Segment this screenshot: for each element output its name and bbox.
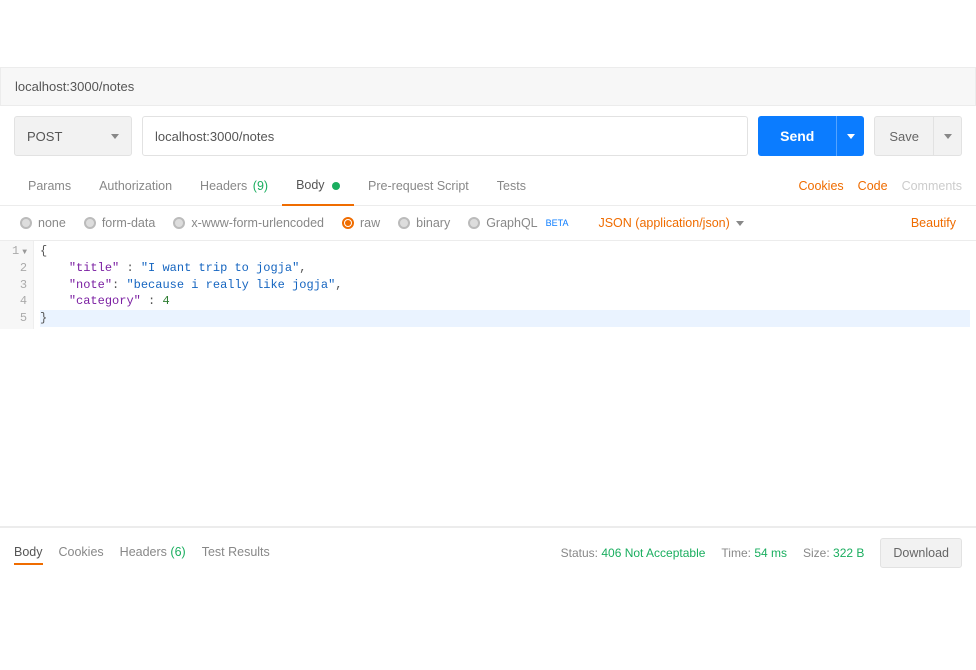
beautify-link[interactable]: Beautify bbox=[911, 216, 956, 230]
caret-down-icon bbox=[944, 134, 952, 139]
response-bar: Body Cookies Headers (6) Test Results St… bbox=[0, 527, 976, 578]
download-button[interactable]: Download bbox=[880, 538, 962, 568]
tab-pre-request-script[interactable]: Pre-request Script bbox=[354, 167, 483, 205]
tab-params[interactable]: Params bbox=[14, 167, 85, 205]
body-type-raw[interactable]: raw bbox=[342, 216, 380, 230]
size-field: Size: 322 B bbox=[803, 546, 864, 560]
radio-label: x-www-form-urlencoded bbox=[191, 216, 324, 230]
body-type-binary[interactable]: binary bbox=[398, 216, 450, 230]
tab-headers[interactable]: Headers (9) bbox=[186, 167, 282, 205]
radio-label: binary bbox=[416, 216, 450, 230]
response-tab-body[interactable]: Body bbox=[14, 541, 43, 565]
line-gutter: 1▼ 2 3 4 5 bbox=[0, 241, 34, 329]
response-tab-cookies[interactable]: Cookies bbox=[59, 541, 104, 565]
method-label: POST bbox=[27, 129, 62, 144]
time-value: 54 ms bbox=[754, 546, 787, 560]
tab-tests[interactable]: Tests bbox=[483, 167, 540, 205]
time-field: Time: 54 ms bbox=[721, 546, 787, 560]
save-button[interactable]: Save bbox=[874, 116, 934, 156]
tab-body-label: Body bbox=[296, 178, 325, 192]
radio-icon bbox=[398, 217, 410, 229]
body-type-selector: none form-data x-www-form-urlencoded raw… bbox=[0, 206, 976, 241]
tab-authorization[interactable]: Authorization bbox=[85, 167, 186, 205]
code-editor[interactable]: 1▼ 2 3 4 5 { "title" : "I want trip to j… bbox=[0, 241, 976, 329]
send-button[interactable]: Send bbox=[758, 116, 836, 156]
caret-down-icon bbox=[111, 134, 119, 139]
body-type-graphql[interactable]: GraphQL BETA bbox=[468, 216, 568, 230]
content-type-select[interactable]: JSON (application/json) bbox=[598, 216, 743, 230]
cookies-link[interactable]: Cookies bbox=[799, 179, 844, 193]
modified-dot-icon bbox=[332, 182, 340, 190]
response-headers-count: (6) bbox=[170, 545, 185, 559]
request-tabs: Params Authorization Headers (9) Body Pr… bbox=[0, 166, 976, 206]
comments-link[interactable]: Comments bbox=[902, 179, 962, 193]
response-tab-headers[interactable]: Headers (6) bbox=[120, 541, 186, 565]
caret-down-icon bbox=[847, 134, 855, 139]
code-area[interactable]: { "title" : "I want trip to jogja", "not… bbox=[34, 241, 976, 329]
send-dropdown-button[interactable] bbox=[836, 116, 864, 156]
body-type-urlencoded[interactable]: x-www-form-urlencoded bbox=[173, 216, 324, 230]
code-link[interactable]: Code bbox=[858, 179, 888, 193]
caret-down-icon bbox=[736, 221, 744, 226]
radio-selected-icon bbox=[342, 217, 354, 229]
size-value: 322 B bbox=[833, 546, 864, 560]
response-tab-test-results[interactable]: Test Results bbox=[202, 541, 270, 565]
status-field: Status: 406 Not Acceptable bbox=[561, 546, 706, 560]
save-dropdown-button[interactable] bbox=[934, 116, 962, 156]
radio-label: form-data bbox=[102, 216, 156, 230]
content-type-label: JSON (application/json) bbox=[598, 216, 729, 230]
radio-label: raw bbox=[360, 216, 380, 230]
response-headers-label: Headers bbox=[120, 545, 167, 559]
request-builder: POST Send Save bbox=[0, 106, 976, 166]
request-name: localhost:3000/notes bbox=[0, 67, 976, 106]
radio-label: none bbox=[38, 216, 66, 230]
body-type-form-data[interactable]: form-data bbox=[84, 216, 156, 230]
radio-icon bbox=[84, 217, 96, 229]
status-value: 406 Not Acceptable bbox=[601, 546, 705, 560]
headers-count: (9) bbox=[253, 179, 268, 193]
http-method-select[interactable]: POST bbox=[14, 116, 132, 156]
tab-body[interactable]: Body bbox=[282, 166, 354, 206]
tab-headers-label: Headers bbox=[200, 179, 247, 193]
url-input[interactable] bbox=[142, 116, 748, 156]
body-type-none[interactable]: none bbox=[20, 216, 66, 230]
radio-icon bbox=[20, 217, 32, 229]
beta-badge: BETA bbox=[546, 218, 569, 228]
radio-icon bbox=[173, 217, 185, 229]
radio-icon bbox=[468, 217, 480, 229]
radio-label: GraphQL bbox=[486, 216, 537, 230]
